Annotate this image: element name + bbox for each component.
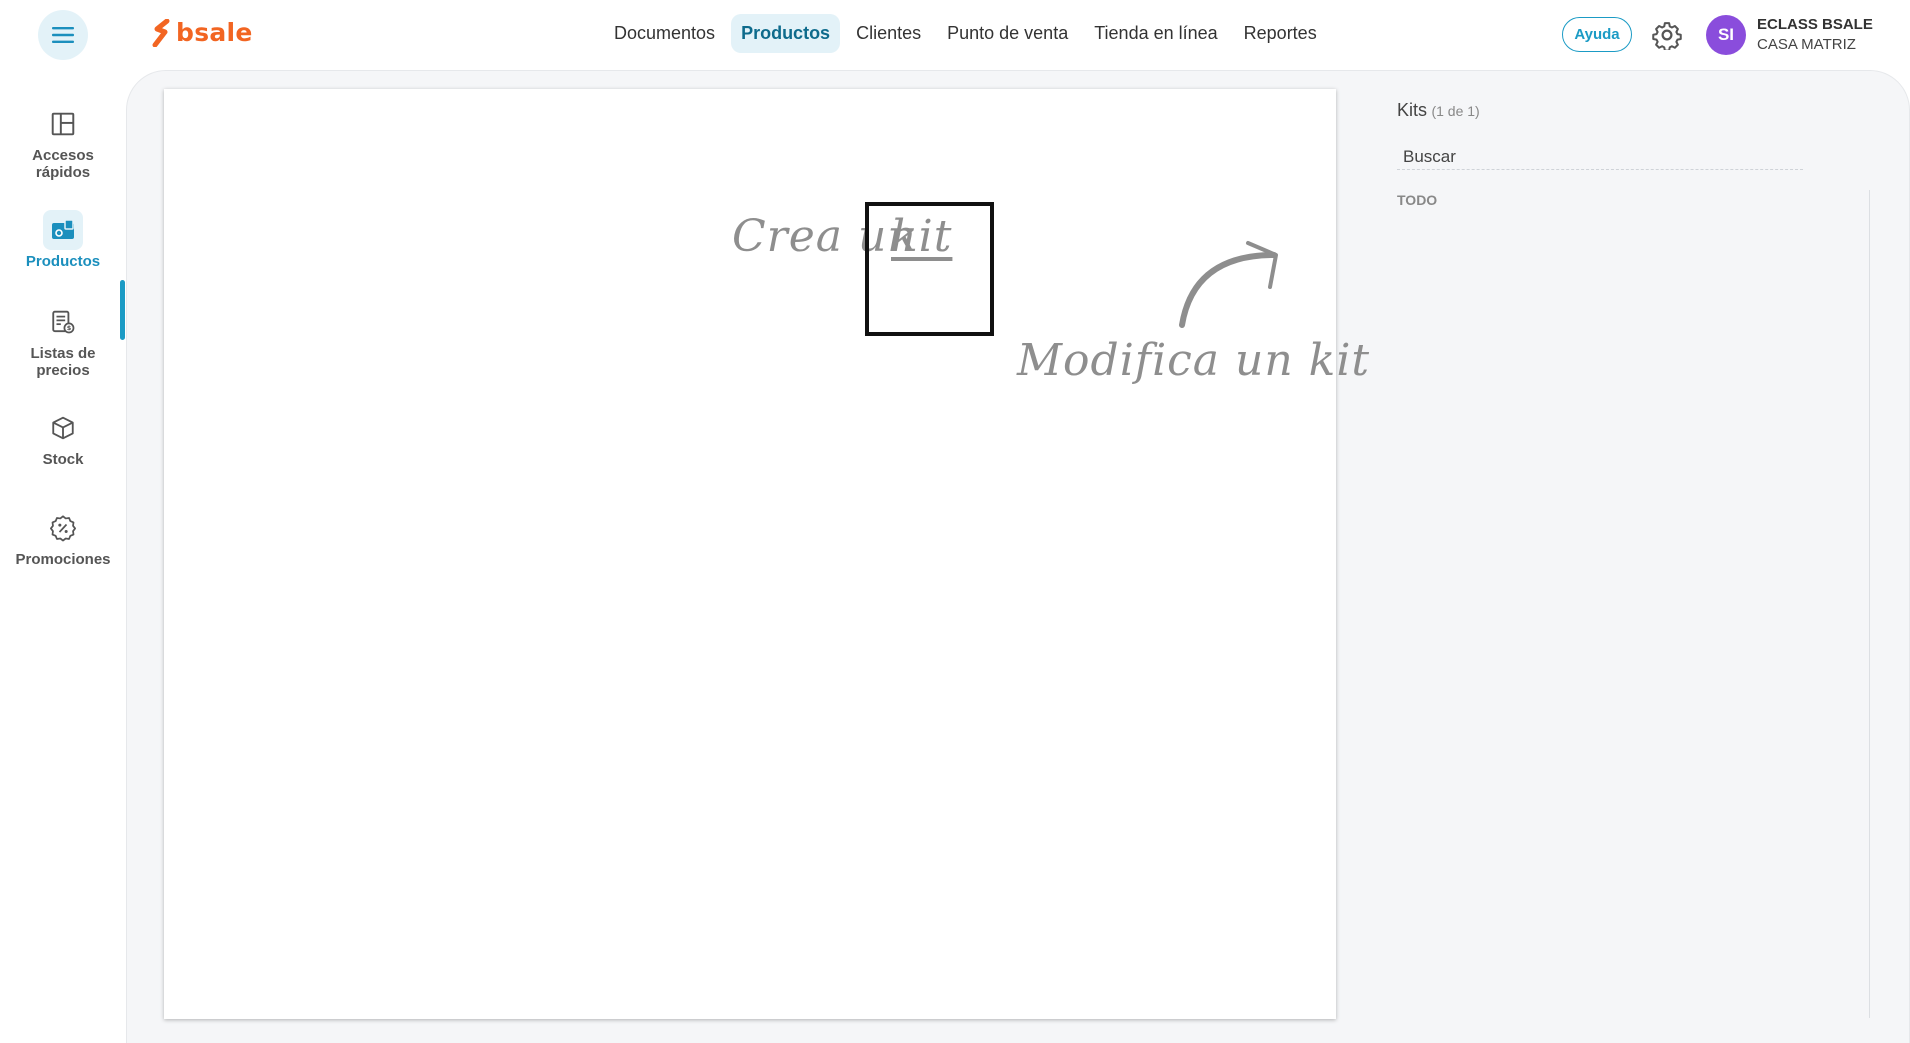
brand-logo[interactable]: bsale — [152, 18, 253, 47]
user-menu[interactable]: ECLASS BSALE CASA MATRIZ — [1757, 15, 1873, 55]
user-branch: CASA MATRIZ — [1757, 36, 1856, 53]
hamburger-icon — [52, 27, 74, 43]
arrow-icon — [1179, 241, 1278, 328]
main-nav: Documentos Productos Clientes Punto de v… — [604, 14, 1327, 53]
nav-tienda-en-linea[interactable]: Tienda en línea — [1084, 14, 1227, 53]
sidebar-item-promociones[interactable]: Promociones — [0, 508, 126, 568]
sidebar-item-label: Stock — [42, 451, 84, 468]
highlight-box — [865, 202, 994, 336]
filter-todo[interactable]: TODO — [1397, 192, 1437, 208]
sidebar-item-label: Listas de precios — [30, 345, 96, 379]
kit-illustration-canvas: Crea un kit Modifica un kit — [164, 89, 1369, 1019]
svg-text:$: $ — [67, 324, 72, 332]
nav-clientes[interactable]: Clientes — [846, 14, 931, 53]
sidebar-item-label: Productos — [25, 253, 101, 270]
nav-punto-de-venta[interactable]: Punto de venta — [937, 14, 1078, 53]
sidebar-item-productos[interactable]: Productos — [0, 210, 126, 270]
price-list-icon: $ — [43, 302, 83, 342]
menu-button[interactable] — [38, 10, 88, 60]
products-icon — [43, 210, 83, 250]
panel-title: Kits — [1397, 100, 1428, 120]
modifica-un-kit-label: Modifica un kit — [1017, 335, 1371, 386]
bsale-logo-icon — [152, 18, 170, 47]
sidebar-item-stock[interactable]: Stock — [0, 408, 126, 468]
sidebar-item-listas-de-precios[interactable]: $ Listas de precios — [0, 302, 126, 379]
search-input[interactable] — [1397, 144, 1803, 170]
gear-icon — [1652, 22, 1682, 52]
box-icon — [43, 408, 83, 448]
sidebar-item-label: Promociones — [15, 551, 111, 568]
user-name: ECLASS BSALE — [1757, 16, 1873, 33]
kits-panel-header: Kits (1 de 1) — [1397, 100, 1837, 121]
layout-icon — [43, 104, 83, 144]
help-button[interactable]: Ayuda — [1562, 17, 1632, 52]
nav-productos[interactable]: Productos — [731, 14, 841, 53]
panel-count: (1 de 1) — [1431, 103, 1480, 119]
nav-documentos[interactable]: Documentos — [604, 14, 725, 53]
panel-divider — [1869, 190, 1870, 1018]
sidebar-item-accesos-rapidos[interactable]: Accesos rápidos — [0, 104, 126, 181]
active-indicator — [120, 280, 125, 340]
sidebar: Accesos rápidos Productos $ Listas de pr… — [0, 70, 126, 1043]
settings-button[interactable] — [1652, 20, 1682, 52]
promo-badge-icon — [43, 508, 83, 548]
brand-name: bsale — [176, 18, 253, 47]
nav-reportes[interactable]: Reportes — [1234, 14, 1327, 53]
avatar[interactable]: SI — [1706, 15, 1746, 55]
sidebar-item-label: Accesos rápidos — [32, 147, 94, 181]
top-bar: bsale Documentos Productos Clientes Punt… — [0, 0, 1910, 70]
